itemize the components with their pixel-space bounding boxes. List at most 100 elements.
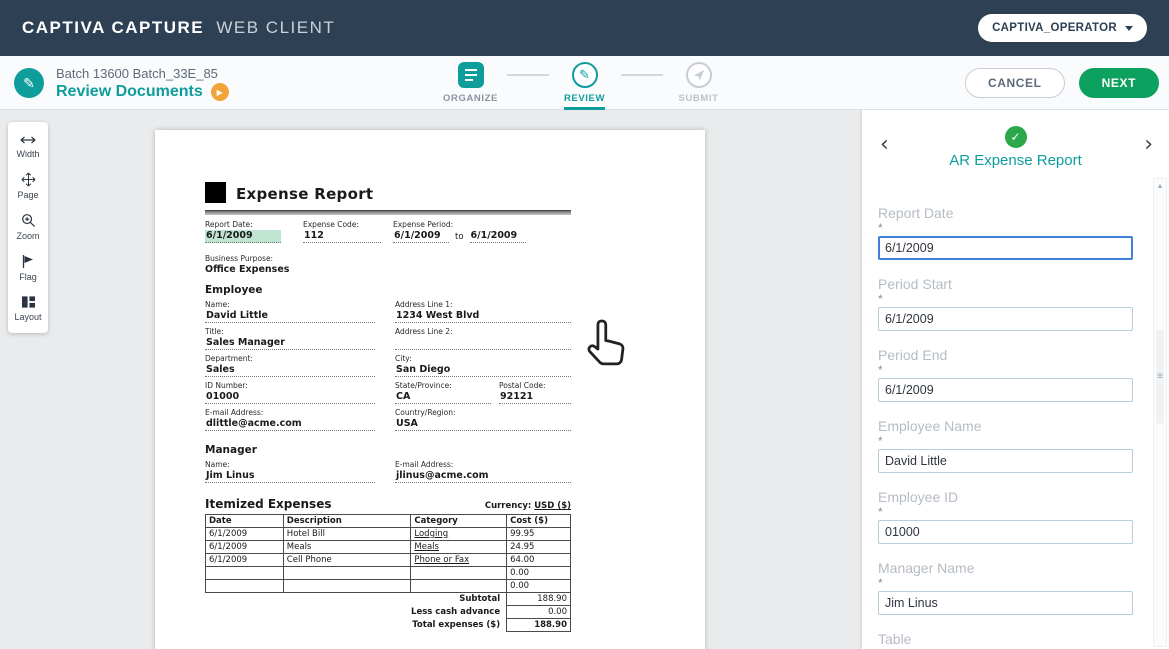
brand-primary: CAPTIVA CAPTURE <box>22 18 205 37</box>
chevron-down-icon <box>1125 25 1133 31</box>
tool-width[interactable]: Width <box>8 127 48 165</box>
required-asterisk: * <box>878 576 883 590</box>
field-label: Period Start <box>878 276 952 292</box>
period-end-input[interactable] <box>878 378 1133 402</box>
required-asterisk: * <box>878 434 883 448</box>
field-label: Period End <box>878 347 948 363</box>
paper-plane-icon <box>685 61 712 88</box>
address1-value: 1234 West Blvd <box>395 310 571 323</box>
employee-email-value: dlittle@acme.com <box>205 418 375 431</box>
table-row: 6/1/2009 Cell Phone Phone or Fax 64.00 <box>205 553 571 567</box>
step-connector <box>506 74 549 76</box>
step-review[interactable]: ✎ REVIEW <box>549 61 621 110</box>
employee-name-value: David Little <box>205 310 375 323</box>
review-pencil-icon: ✎ <box>571 61 598 88</box>
field-label: Employee Name <box>878 418 982 434</box>
next-document-button[interactable]: › <box>1144 134 1153 156</box>
organize-document-icon <box>457 61 484 88</box>
panel-body: Report Date * Period Start * Period End … <box>862 176 1169 648</box>
table-header-row: Date Description Category Cost ($) <box>205 514 571 528</box>
manager-name-input[interactable] <box>878 591 1133 615</box>
document-page[interactable]: Expense Report Report Date: 6/1/2009 Exp… <box>155 130 705 649</box>
tool-width-label: Width <box>16 149 40 159</box>
app-title: CAPTIVA CAPTURE WEB CLIENT <box>22 18 335 38</box>
total-expenses-row: Total expenses ($) 188.90 <box>206 618 571 632</box>
table-row: 0.00 <box>205 566 571 580</box>
tool-layout-label: Layout <box>14 312 42 322</box>
country-value: USA <box>395 418 571 431</box>
step-organize-label: ORGANIZE <box>443 93 498 104</box>
expense-code-value: 112 <box>303 230 381 243</box>
field-group: Report Date * <box>878 204 1133 260</box>
zoom-icon <box>21 214 35 228</box>
flag-icon <box>22 255 33 268</box>
table-section-label: Table <box>878 631 912 647</box>
itemized-expenses-table: Date Description Category Cost ($) 6/1/2… <box>205 514 571 632</box>
tool-flag[interactable]: Flag <box>8 247 48 288</box>
tool-layout[interactable]: Layout <box>8 288 48 328</box>
hand-cursor-icon <box>578 315 634 380</box>
scroll-up-icon[interactable]: ▴ <box>1154 179 1166 190</box>
table-row: 6/1/2009 Meals Meals 24.95 <box>205 540 571 554</box>
step-organize[interactable]: ORGANIZE <box>435 61 507 104</box>
pencil-glyph: ✎ <box>23 74 35 91</box>
start-review-button[interactable]: ▶ <box>210 83 229 101</box>
divider <box>205 210 571 215</box>
step-submit-label: SUBMIT <box>678 93 719 104</box>
required-asterisk: * <box>878 292 883 306</box>
step-connector <box>620 74 663 76</box>
currency-field: Currency: USD ($) <box>484 501 571 511</box>
manager-email-value: jlinus@acme.com <box>395 470 571 483</box>
report-date-input[interactable] <box>878 236 1133 260</box>
field-group: Manager Name * <box>878 559 1133 615</box>
period-to-value: 6/1/2009 <box>469 230 526 243</box>
pan-page-icon <box>21 172 35 187</box>
period-start-input[interactable] <box>878 307 1133 331</box>
tool-flag-label: Flag <box>19 272 37 282</box>
page-title: Review Documents <box>56 83 203 100</box>
employee-id-input[interactable] <box>878 520 1133 544</box>
layout-icon <box>21 296 35 308</box>
cash-advance-row: Less cash advance 0.00 <box>206 605 571 619</box>
required-asterisk: * <box>878 363 883 377</box>
scrollbar-thumb[interactable]: ≡ <box>1156 329 1164 424</box>
step-submit: SUBMIT <box>663 61 735 104</box>
field-label: Employee ID <box>878 489 959 505</box>
fields-panel: ‹ ✓ AR Expense Report › Report Date * Pe… <box>862 110 1169 649</box>
valid-check-icon: ✓ <box>1004 126 1027 148</box>
period-from-value: 6/1/2009 <box>393 230 449 243</box>
tool-page-label: Page <box>17 190 39 200</box>
employee-title-value: Sales Manager <box>205 337 375 350</box>
field-group: Employee Name * <box>878 417 1133 473</box>
step-review-label: REVIEW <box>563 93 606 110</box>
chevron-right-icon: › <box>1144 132 1153 157</box>
action-buttons: CANCEL NEXT <box>964 68 1159 98</box>
batch-label: Batch 13600 Batch_33E_85 <box>56 66 218 81</box>
doc-title: Expense Report <box>236 185 374 203</box>
app-bar: ✎ Batch 13600 Batch_33E_85 Review Docume… <box>0 56 1169 110</box>
tool-page[interactable]: Page <box>8 165 48 206</box>
employee-name-input[interactable] <box>878 449 1133 473</box>
viewer-toolbar: Width Page Zoom Flag Layout <box>8 122 48 333</box>
field-group: Employee ID * <box>878 488 1133 544</box>
tool-zoom[interactable]: Zoom <box>8 206 48 247</box>
required-asterisk: * <box>878 221 883 235</box>
document-type-title: AR Expense Report <box>949 152 1082 169</box>
user-menu-button[interactable]: CAPTIVA_OPERATOR <box>978 14 1147 42</box>
field-label: Manager Name <box>878 560 975 576</box>
workflow-stepper: ORGANIZE ✎ REVIEW SUBMIT <box>435 61 735 110</box>
state-value: CA <box>395 391 491 404</box>
report-date-field: Report Date: 6/1/2009 <box>205 220 303 243</box>
grip-icon: ≡ <box>1157 371 1163 382</box>
edit-pencil-icon: ✎ <box>14 68 44 98</box>
company-logo <box>205 182 226 203</box>
fit-width-icon <box>20 136 36 144</box>
next-button[interactable]: NEXT <box>1078 68 1159 98</box>
required-asterisk: * <box>878 505 883 519</box>
business-purpose-value: Office Expenses <box>205 264 290 275</box>
field-group: Period Start * <box>878 275 1133 331</box>
cancel-button[interactable]: CANCEL <box>964 68 1065 98</box>
user-menu-label: CAPTIVA_OPERATOR <box>992 22 1117 34</box>
panel-scrollbar[interactable]: ▴ ≡ <box>1153 178 1167 647</box>
table-row: 0.00 <box>205 579 571 593</box>
